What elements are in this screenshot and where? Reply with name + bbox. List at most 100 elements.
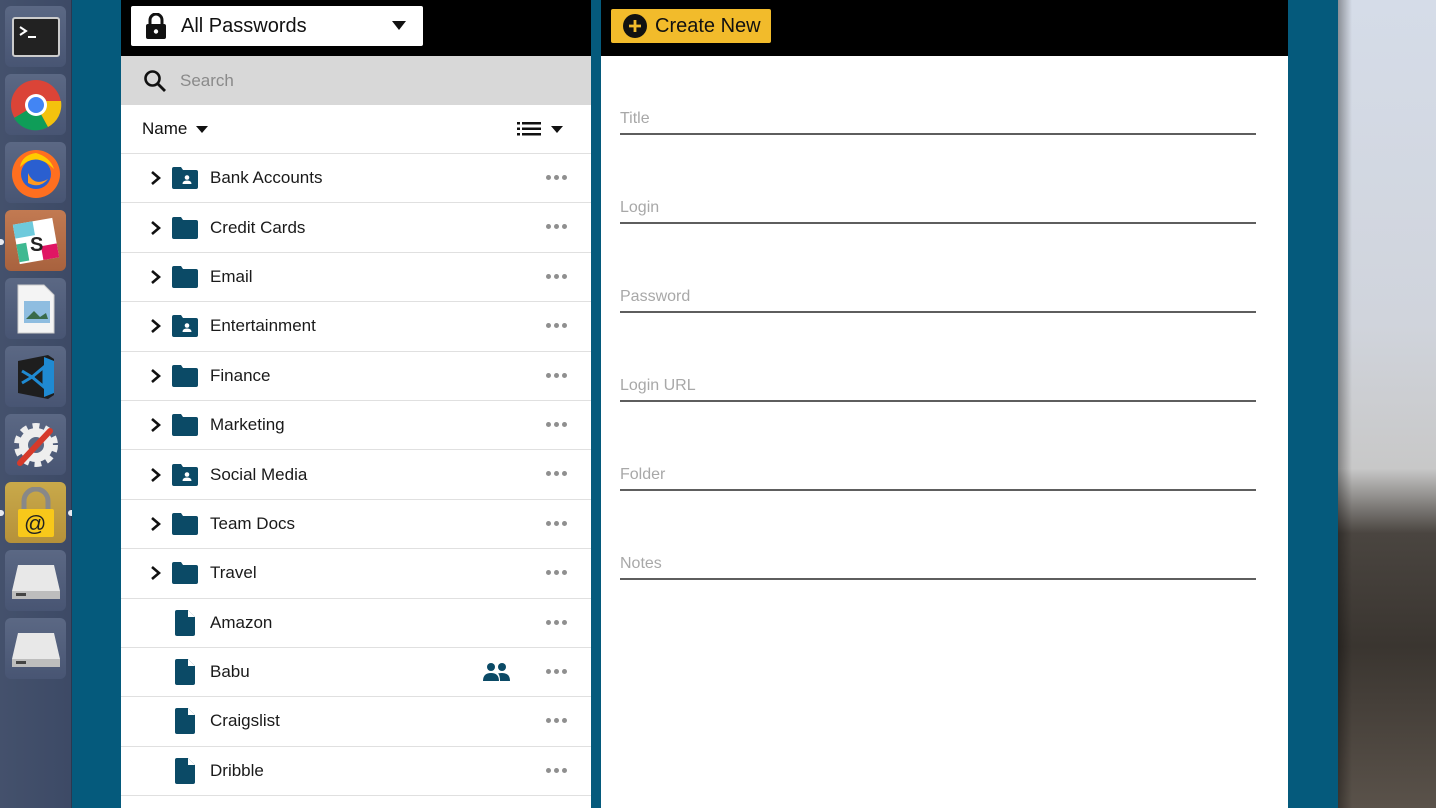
- login-url-field-wrapper: [620, 366, 1256, 402]
- folder-row[interactable]: Credit Cards: [121, 203, 591, 253]
- vault-selector-label: All Passwords: [181, 14, 307, 37]
- terminal-icon: [11, 16, 60, 57]
- folder-name: Bank Accounts: [210, 168, 323, 188]
- record-row[interactable]: Amazon: [121, 599, 591, 648]
- folder-name: Travel: [210, 563, 257, 583]
- password-field[interactable]: [620, 288, 1256, 306]
- dock-slack[interactable]: S: [5, 210, 66, 271]
- more-options-icon[interactable]: [546, 421, 567, 427]
- folder-icon: [172, 265, 198, 288]
- document-icon: [175, 659, 195, 686]
- more-options-icon[interactable]: [546, 471, 567, 477]
- dock-focused-indicator: [68, 510, 72, 516]
- chevron-right-icon[interactable]: [149, 269, 163, 285]
- record-row[interactable]: Dribble: [121, 747, 591, 797]
- folder-name: Social Media: [210, 464, 308, 484]
- chevron-right-icon[interactable]: [149, 368, 163, 384]
- shared-folder-icon: [172, 315, 198, 338]
- dock-system-settings[interactable]: [5, 414, 66, 475]
- folder-row[interactable]: Bank Accounts: [121, 154, 591, 204]
- folder-row[interactable]: Travel: [121, 549, 591, 599]
- svg-text:S: S: [30, 234, 43, 256]
- record-editor-panel: Create New: [601, 0, 1288, 808]
- record-name: Dribble: [210, 760, 264, 780]
- notes-field[interactable]: [620, 555, 1256, 573]
- folder-row[interactable]: Entertainment: [121, 302, 591, 352]
- view-mode-toggle[interactable]: [517, 122, 563, 136]
- more-options-icon[interactable]: [546, 372, 567, 378]
- plus-circle-icon: [623, 14, 647, 38]
- title-field[interactable]: [620, 110, 1256, 128]
- folder-field[interactable]: [620, 466, 1256, 484]
- dock-terminal[interactable]: [5, 6, 66, 67]
- more-options-icon[interactable]: [546, 668, 567, 674]
- folder-row[interactable]: Finance: [121, 352, 591, 401]
- folder-icon: [172, 216, 198, 239]
- chevron-right-icon[interactable]: [149, 417, 163, 433]
- caret-down-icon: [196, 125, 209, 133]
- more-options-icon[interactable]: [546, 323, 567, 329]
- search-bar: [121, 56, 591, 105]
- folder-name: Entertainment: [210, 316, 316, 336]
- more-options-icon[interactable]: [546, 175, 567, 180]
- more-options-icon[interactable]: [546, 570, 567, 576]
- desktop-wallpaper: [1338, 0, 1436, 808]
- more-options-icon[interactable]: [546, 767, 567, 773]
- vault-selector[interactable]: All Passwords: [131, 6, 423, 46]
- folder-name: Email: [210, 266, 253, 286]
- launcher-dock: S @: [0, 0, 72, 808]
- dock-firefox[interactable]: [5, 142, 66, 203]
- records-panel: All Passwords Name Bank Accounts Credit …: [121, 0, 591, 808]
- create-new-button[interactable]: Create New: [611, 9, 771, 43]
- folder-field-wrapper: [620, 455, 1256, 491]
- create-new-label: Create New: [655, 14, 761, 37]
- chevron-right-icon[interactable]: [149, 467, 163, 483]
- svg-text:@: @: [24, 511, 46, 536]
- login-field[interactable]: [620, 199, 1256, 217]
- search-icon: [144, 69, 166, 92]
- dock-password-manager[interactable]: @: [5, 482, 66, 543]
- more-options-icon[interactable]: [546, 718, 567, 724]
- dock-chrome[interactable]: [5, 74, 66, 135]
- document-icon: [175, 708, 195, 735]
- chevron-right-icon[interactable]: [149, 516, 163, 532]
- more-options-icon[interactable]: [546, 224, 567, 230]
- drive-icon: [11, 564, 60, 599]
- more-options-icon[interactable]: [546, 520, 567, 526]
- record-row[interactable]: Craigslist: [121, 697, 591, 747]
- records-header: All Passwords: [121, 0, 591, 56]
- caret-down-icon: [551, 125, 563, 133]
- padlock-at-icon: @: [17, 486, 54, 537]
- login-field-wrapper: [620, 188, 1256, 224]
- dock-drive-1[interactable]: [5, 550, 66, 611]
- shared-folder-icon: [172, 463, 198, 486]
- folder-row[interactable]: Marketing: [121, 401, 591, 451]
- shared-folder-icon: [172, 167, 198, 190]
- more-options-icon[interactable]: [546, 273, 567, 279]
- record-row[interactable]: Babu: [121, 648, 591, 698]
- record-name: Babu: [210, 662, 250, 682]
- dock-drive-2[interactable]: [5, 618, 66, 679]
- dock-vscode[interactable]: [5, 346, 66, 407]
- record-name: Amazon: [210, 612, 273, 632]
- record-name: Craigslist: [210, 711, 280, 731]
- list-view-icon: [517, 122, 541, 136]
- folder-row[interactable]: Email: [121, 253, 591, 303]
- chevron-right-icon[interactable]: [149, 170, 163, 186]
- chevron-right-icon[interactable]: [149, 220, 163, 236]
- folder-row[interactable]: Team Docs: [121, 500, 591, 550]
- folder-name: Team Docs: [210, 513, 296, 533]
- login-url-field[interactable]: [620, 377, 1256, 395]
- dock-image-viewer[interactable]: [5, 278, 66, 339]
- sort-by-name-button[interactable]: Name: [142, 119, 209, 139]
- shared-users-icon: [483, 663, 510, 682]
- document-icon: [175, 609, 195, 636]
- chevron-down-icon: [392, 21, 406, 30]
- more-options-icon[interactable]: [546, 619, 567, 625]
- folder-row[interactable]: Social Media: [121, 450, 591, 500]
- search-input[interactable]: [180, 70, 560, 91]
- chevron-right-icon[interactable]: [149, 318, 163, 334]
- folder-name: Credit Cards: [210, 217, 306, 237]
- chevron-right-icon[interactable]: [149, 565, 163, 581]
- folder-icon: [172, 512, 198, 535]
